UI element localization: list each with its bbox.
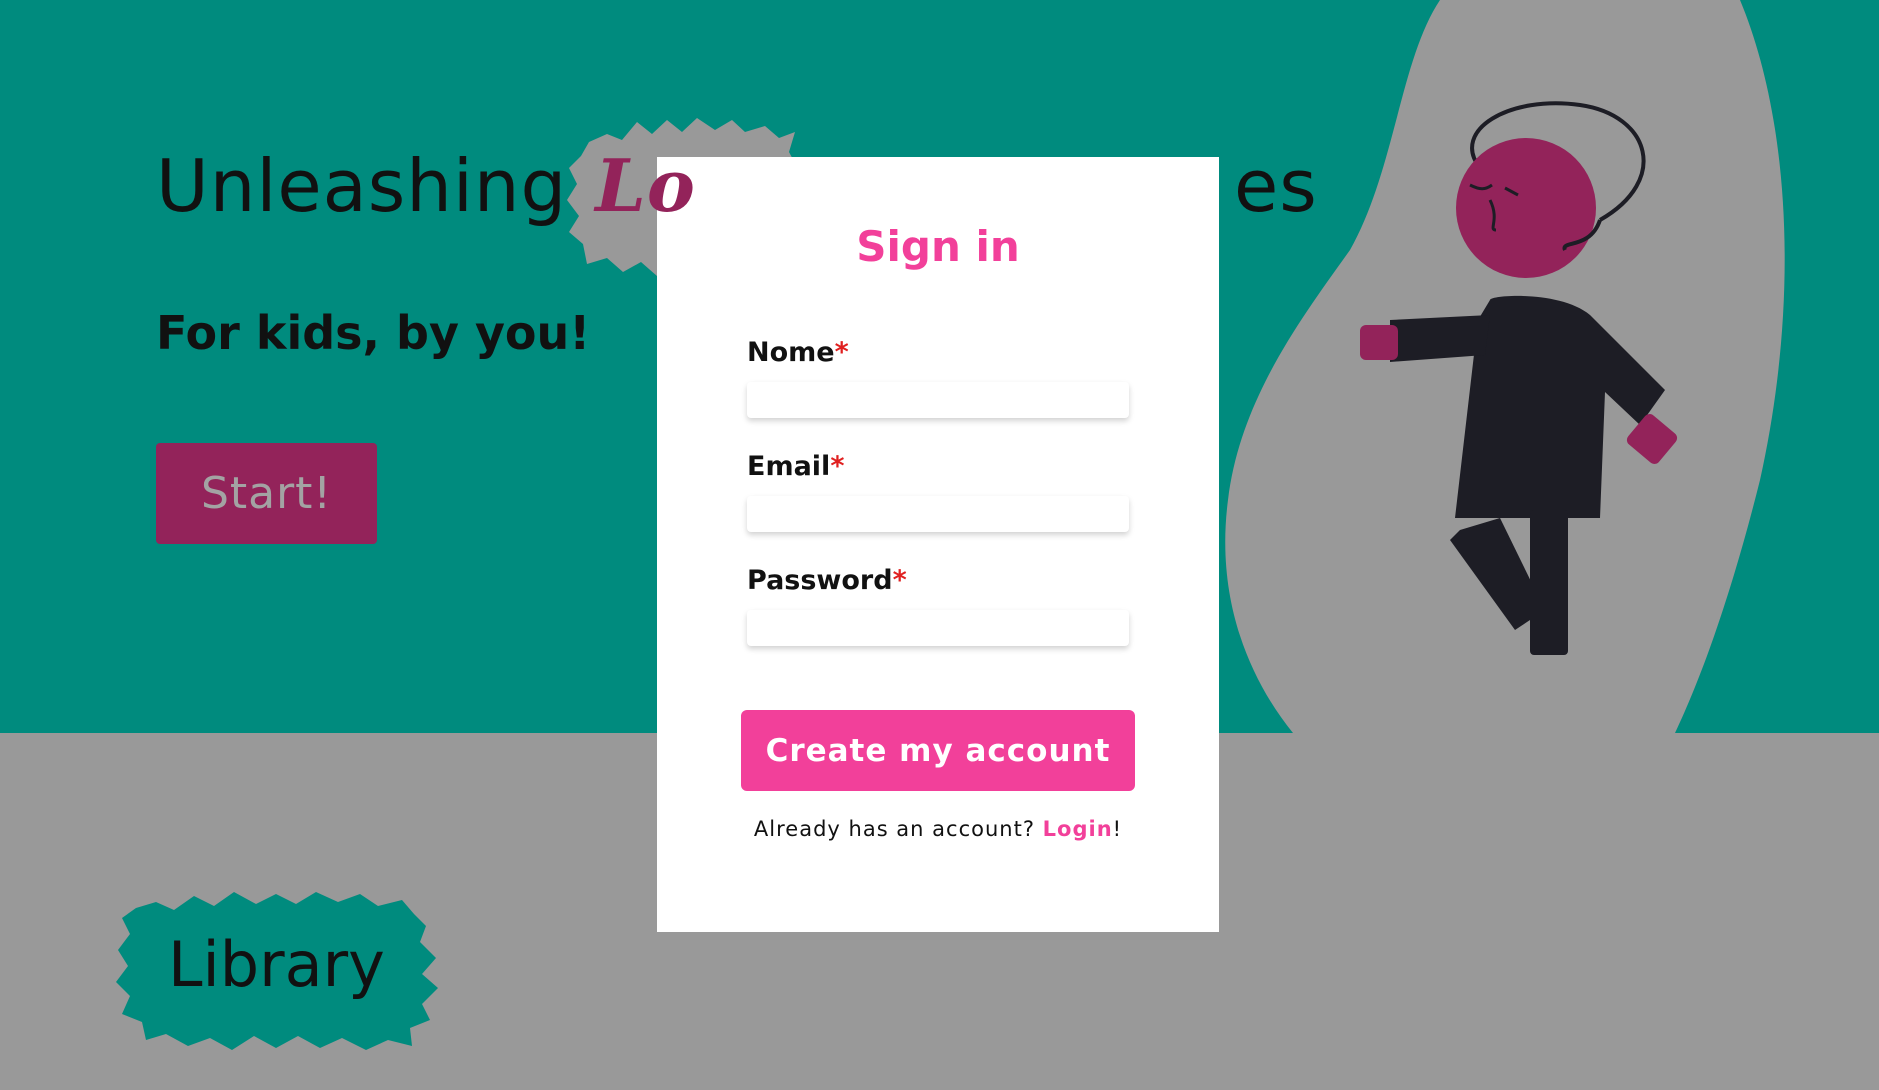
signin-title: Sign in bbox=[856, 222, 1020, 271]
password-input[interactable] bbox=[747, 610, 1129, 646]
hero-title-end: es bbox=[1234, 144, 1318, 228]
email-field-label: Email* bbox=[747, 451, 844, 482]
signin-modal: Sign in Nome* Email* Password* Create my… bbox=[657, 157, 1219, 932]
name-field-label: Nome* bbox=[747, 337, 849, 368]
required-mark: * bbox=[892, 565, 907, 596]
hero-highlight-word: Lo bbox=[595, 143, 696, 228]
email-label-text: Email bbox=[747, 451, 831, 482]
hero-title: Unleashing Lo es bbox=[156, 118, 1317, 280]
create-account-button[interactable]: Create my account bbox=[741, 710, 1135, 791]
library-heading-badge: Library bbox=[116, 888, 440, 1054]
start-button[interactable]: Start! bbox=[156, 443, 377, 544]
name-label-text: Nome bbox=[747, 337, 835, 368]
hero-title-start: Unleashing bbox=[156, 144, 568, 228]
dancing-person-illustration bbox=[1350, 90, 1710, 674]
required-mark: * bbox=[830, 451, 845, 482]
password-field-label: Password* bbox=[747, 565, 907, 596]
login-suffix: ! bbox=[1112, 817, 1123, 841]
email-input[interactable] bbox=[747, 496, 1129, 532]
login-prompt-text: Already has an account? bbox=[753, 817, 1043, 841]
name-input[interactable] bbox=[747, 382, 1129, 418]
password-label-text: Password bbox=[747, 565, 893, 596]
required-mark: * bbox=[834, 337, 849, 368]
hero-subtitle: For kids, by you! bbox=[156, 306, 591, 360]
login-link[interactable]: Login bbox=[1043, 817, 1113, 841]
login-prompt: Already has an account? Login! bbox=[657, 817, 1219, 841]
hero-title-highlight: Lo bbox=[567, 118, 798, 280]
library-title: Library bbox=[168, 928, 385, 1001]
